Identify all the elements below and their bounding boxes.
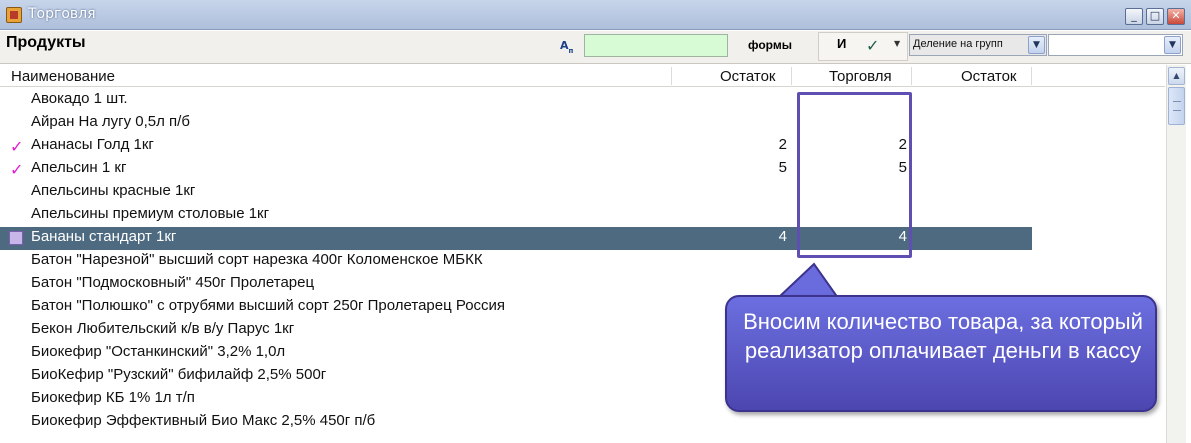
cell-name[interactable]: Апельсин 1 кг (31, 159, 126, 176)
group-division-value: Деление на групп (913, 38, 1003, 50)
group-division-select[interactable]: Деление на групп ▼ (909, 34, 1047, 56)
minimize-button[interactable]: _ (1125, 8, 1143, 25)
column-divider[interactable] (911, 67, 912, 85)
and-button[interactable]: И (837, 36, 846, 51)
checkmark-icon[interactable]: ✓ (866, 36, 879, 55)
cell-stock[interactable]: 4 (727, 228, 787, 245)
cell-name[interactable]: Бекон Любительский к/в в/у Парус 1кг (31, 320, 294, 337)
forms-label: формы (748, 38, 792, 52)
cell-name[interactable]: Айран На лугу 0,5л п/б (31, 113, 190, 130)
check-icon: ✓ (10, 137, 24, 156)
check-dropdown-icon[interactable]: ▼ (894, 39, 900, 48)
cell-name[interactable]: Ананасы Голд 1кг (31, 136, 154, 153)
cell-stock[interactable]: 2 (727, 136, 787, 153)
cell-name[interactable]: Биокефир "Останкинский" 3,2% 1,0л (31, 343, 285, 360)
table-row[interactable]: Батон "Подмосковный" 450г Пролетарец (0, 273, 1032, 296)
column-header-stock-2[interactable]: Остаток (961, 68, 1017, 85)
scroll-thumb[interactable] (1168, 87, 1185, 125)
maximize-button[interactable]: □ (1146, 8, 1164, 25)
cell-name[interactable]: Батон "Полюшко" с отрубями высший сорт 2… (31, 297, 505, 314)
section-title: Продукты (6, 34, 86, 51)
chevron-down-icon[interactable]: ▼ (1028, 36, 1045, 54)
scroll-up-button[interactable]: ▲ (1168, 67, 1185, 85)
cell-name[interactable]: Батон "Нарезной" высший сорт нарезка 400… (31, 251, 483, 268)
chevron-down-icon[interactable]: ▼ (1164, 36, 1181, 54)
window-titlebar: Торговля _ □ ✕ (0, 0, 1191, 30)
check-icon: ✓ (10, 160, 24, 179)
toolbar: Продукты Aп формы И ✓ ▼ Деление на групп… (0, 31, 1191, 64)
column-header-stock[interactable]: Остаток (720, 68, 776, 85)
callout-pointer (776, 262, 842, 298)
row-marker-icon (9, 231, 23, 245)
trade-column-highlight (797, 92, 912, 258)
cell-name[interactable]: БиоКефир "Рузский" бифилайф 2,5% 500г (31, 366, 326, 383)
cell-name[interactable]: Биокефир КБ 1% 1л т/п (31, 389, 195, 406)
column-header-name[interactable]: Наименование (11, 68, 115, 85)
callout-text: Вносим количество товара, за который реа… (743, 309, 1143, 363)
grid-header: Наименование Остаток Торговля Остаток (0, 65, 1165, 87)
secondary-select-value (1052, 38, 1166, 54)
secondary-select[interactable]: ▼ (1048, 34, 1183, 56)
cell-name[interactable]: Бананы стандарт 1кг (31, 228, 176, 245)
column-divider[interactable] (1031, 67, 1032, 85)
table-row[interactable]: Биокефир Эффективный Био Макс 2,5% 450г … (0, 411, 1032, 434)
window-title: Торговля (28, 6, 96, 22)
cell-stock[interactable]: 5 (727, 159, 787, 176)
vertical-scrollbar[interactable]: ▲ (1166, 65, 1186, 443)
close-button[interactable]: ✕ (1167, 8, 1185, 25)
column-header-trade[interactable]: Торговля (829, 68, 892, 85)
app-icon (6, 7, 22, 23)
cell-name[interactable]: Батон "Подмосковный" 450г Пролетарец (31, 274, 314, 291)
column-divider[interactable] (791, 67, 792, 85)
font-icon[interactable]: Aп (560, 39, 573, 55)
cell-name[interactable]: Биокефир Эффективный Био Макс 2,5% 450г … (31, 412, 375, 429)
filter-input[interactable] (584, 34, 728, 57)
cell-name[interactable]: Апельсины премиум столовые 1кг (31, 205, 269, 222)
callout-bubble: Вносим количество товара, за который реа… (725, 295, 1157, 412)
cell-name[interactable]: Апельсины красные 1кг (31, 182, 195, 199)
cell-name[interactable]: Авокадо 1 шт. (31, 90, 128, 107)
column-divider[interactable] (671, 67, 672, 85)
